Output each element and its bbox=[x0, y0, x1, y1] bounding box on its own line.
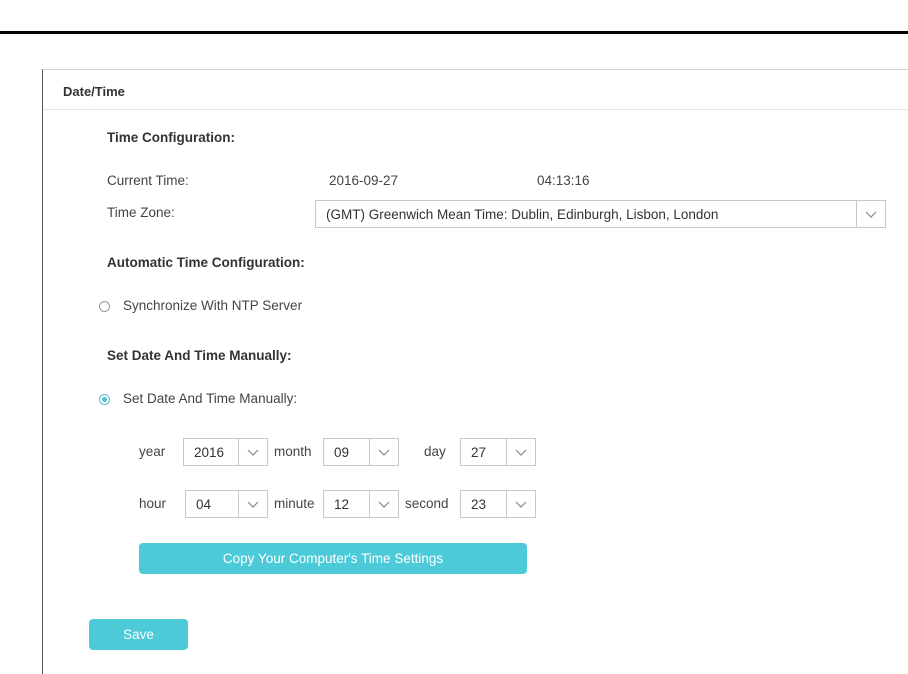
chevron-down-icon[interactable] bbox=[238, 439, 267, 465]
month-select-value: 09 bbox=[334, 444, 350, 460]
time-config-heading: Time Configuration: bbox=[107, 130, 235, 145]
year-label: year bbox=[139, 444, 166, 459]
current-time-label: Current Time: bbox=[107, 173, 189, 188]
chevron-down-icon[interactable] bbox=[369, 439, 398, 465]
minute-label: minute bbox=[274, 496, 315, 511]
manual-radio-label[interactable]: Set Date And Time Manually: bbox=[123, 391, 297, 406]
hour-label: hour bbox=[139, 496, 167, 511]
save-button[interactable]: Save bbox=[89, 619, 188, 650]
chevron-down-icon[interactable] bbox=[369, 491, 398, 517]
day-select[interactable]: 27 bbox=[460, 438, 536, 466]
top-divider bbox=[0, 31, 908, 34]
month-label: month bbox=[274, 444, 312, 459]
hour-select[interactable]: 04 bbox=[185, 490, 268, 518]
auto-config-heading: Automatic Time Configuration: bbox=[107, 255, 305, 270]
year-select-value: 2016 bbox=[194, 444, 225, 460]
day-label: day bbox=[424, 444, 446, 459]
current-time-value: 04:13:16 bbox=[537, 173, 590, 188]
timezone-select[interactable]: (GMT) Greenwich Mean Time: Dublin, Edinb… bbox=[315, 200, 886, 228]
manual-radio[interactable] bbox=[99, 394, 110, 405]
datetime-panel: Date/Time Time Configuration: Current Ti… bbox=[42, 69, 908, 674]
chevron-down-icon[interactable] bbox=[506, 439, 535, 465]
chevron-down-icon[interactable] bbox=[856, 201, 885, 227]
second-label: second bbox=[405, 496, 449, 511]
panel-title: Date/Time bbox=[63, 84, 125, 99]
panel-divider bbox=[43, 109, 908, 110]
copy-computer-time-button[interactable]: Copy Your Computer's Time Settings bbox=[139, 543, 527, 574]
day-select-value: 27 bbox=[471, 444, 487, 460]
month-select[interactable]: 09 bbox=[323, 438, 399, 466]
ntp-radio[interactable] bbox=[99, 301, 110, 312]
current-date-value: 2016-09-27 bbox=[329, 173, 399, 188]
chevron-down-icon[interactable] bbox=[238, 491, 267, 517]
second-select[interactable]: 23 bbox=[460, 490, 536, 518]
chevron-down-icon[interactable] bbox=[506, 491, 535, 517]
ntp-radio-label[interactable]: Synchronize With NTP Server bbox=[123, 298, 302, 313]
second-select-value: 23 bbox=[471, 496, 487, 512]
minute-select-value: 12 bbox=[334, 496, 350, 512]
hour-select-value: 04 bbox=[196, 496, 212, 512]
minute-select[interactable]: 12 bbox=[323, 490, 399, 518]
timezone-select-value: (GMT) Greenwich Mean Time: Dublin, Edinb… bbox=[326, 206, 719, 222]
year-select[interactable]: 2016 bbox=[183, 438, 268, 466]
timezone-label: Time Zone: bbox=[107, 205, 175, 220]
manual-config-heading: Set Date And Time Manually: bbox=[107, 348, 292, 363]
